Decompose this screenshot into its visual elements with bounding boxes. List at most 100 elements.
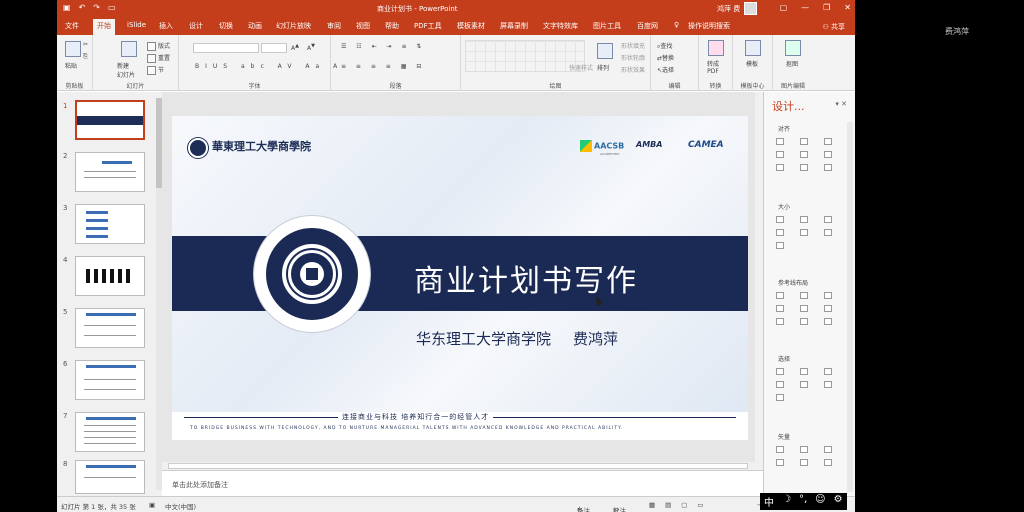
select-same-line-icon[interactable] (800, 368, 808, 375)
slide-thumbnail-4[interactable] (75, 256, 145, 296)
fit-slide-icon[interactable] (824, 229, 832, 236)
shape-effects-button[interactable]: 形状效果 (621, 65, 645, 74)
redo-icon[interactable]: ↷ (93, 3, 100, 12)
tab-transitions[interactable]: 切换 (219, 21, 233, 31)
arrange-icon[interactable] (597, 43, 613, 59)
section-button[interactable]: 节 (147, 65, 164, 75)
ribbon-display-icon[interactable]: ▢ (780, 3, 788, 12)
guide-right-icon[interactable] (824, 292, 832, 299)
select-invert-icon[interactable] (824, 381, 832, 388)
to-pdf-button[interactable]: 转成 PDF (707, 59, 719, 75)
pane-close-icon[interactable]: ▾ ✕ (835, 100, 847, 108)
select-similar-icon[interactable] (776, 394, 784, 401)
ime-mode[interactable]: 中 (764, 494, 774, 509)
slide-thumbnail-2[interactable] (75, 152, 145, 192)
cut-icon[interactable]: ✂ (83, 41, 88, 48)
tab-picture-tools[interactable]: 图片工具 (593, 21, 621, 31)
select-same-font-icon[interactable] (800, 381, 808, 388)
vector-intersect-icon[interactable] (776, 459, 784, 466)
swap-size-icon[interactable] (776, 242, 784, 249)
view-buttons[interactable]: ▦▤▢▭ (649, 501, 714, 509)
select-same-type-icon[interactable] (776, 381, 784, 388)
design-pane-scrollbar[interactable] (847, 122, 853, 492)
vector-fragment-icon[interactable] (824, 446, 832, 453)
cutout-button[interactable]: 抠图 (786, 59, 798, 68)
avatar[interactable] (744, 2, 757, 15)
tab-file[interactable]: 文件 (65, 21, 79, 31)
shape-outline-button[interactable]: 形状轮廓 (621, 53, 645, 62)
user-name[interactable]: 鸿萍 费 (717, 4, 740, 14)
layout-button[interactable]: 版式 (147, 41, 170, 51)
pdf-icon[interactable] (708, 40, 724, 56)
tell-me-search[interactable]: 操作说明搜索 (688, 21, 730, 31)
find-button[interactable]: ⌕查找 (657, 41, 672, 51)
undo-icon[interactable]: ↶ (79, 3, 86, 12)
slide-title[interactable]: 商业计划书写作 (414, 256, 638, 300)
fit-height-icon[interactable] (800, 229, 808, 236)
font-size-field[interactable] (261, 43, 287, 53)
tab-text-effects[interactable]: 文字特效库 (543, 21, 578, 31)
arrange-button[interactable]: 排列 (597, 63, 609, 72)
copy-icon[interactable]: ⎘ (83, 53, 88, 61)
slide-thumbnail-5[interactable] (75, 308, 145, 348)
align-left-icon[interactable] (776, 138, 784, 145)
guide-all-icon[interactable] (824, 318, 832, 325)
reset-button[interactable]: 重置 (147, 53, 170, 63)
align-center-icon[interactable] (800, 138, 808, 145)
same-height-icon[interactable] (800, 216, 808, 223)
select-same-fill-icon[interactable] (776, 368, 784, 375)
share-button[interactable]: ⚇ 共享 (822, 22, 845, 32)
cutout-icon[interactable] (785, 40, 801, 56)
guide-v-icon[interactable] (800, 318, 808, 325)
shape-fill-button[interactable]: 形状填充 (621, 41, 645, 50)
distribute-h-icon[interactable] (776, 164, 784, 171)
ime-settings-icon[interactable]: ⚙ (834, 494, 843, 509)
notes-pane[interactable]: 单击此处添加备注 (162, 470, 763, 496)
save-icon[interactable]: ▣ (63, 3, 71, 12)
same-size-icon[interactable] (824, 216, 832, 223)
align-buttons[interactable]: ≡ ≡ ≡ ≡ ▦ ⊟ (341, 63, 425, 70)
new-slide-button[interactable]: 新建 幻灯片 (117, 61, 145, 79)
align-middle-icon[interactable] (800, 151, 808, 158)
list-buttons[interactable]: ☰ ☷ ⇤ ⇥ ≡ ⇅ (341, 43, 425, 50)
template-button[interactable]: 模板 (746, 59, 758, 68)
slide-thumbnail-3[interactable] (75, 204, 145, 244)
font-format-row[interactable]: BIUS abc AV Aa A (195, 63, 343, 70)
align-slide-icon[interactable] (824, 164, 832, 171)
slide-thumbnail-6[interactable] (75, 360, 145, 400)
close-icon[interactable]: ✕ (844, 3, 851, 12)
vector-extra-icon[interactable] (824, 459, 832, 466)
slide-thumbnail-1[interactable] (75, 100, 145, 140)
ime-punct-icon[interactable]: °, (799, 494, 807, 509)
align-top-icon[interactable] (776, 151, 784, 158)
scrollbar-thumb[interactable] (168, 463, 748, 469)
guide-left-icon[interactable] (776, 292, 784, 299)
fit-width-icon[interactable] (776, 229, 784, 236)
align-bottom-icon[interactable] (824, 151, 832, 158)
select-same-size-icon[interactable] (824, 368, 832, 375)
shapes-gallery[interactable] (465, 40, 585, 72)
guide-center-icon[interactable] (800, 292, 808, 299)
editor-vertical-scrollbar[interactable] (755, 92, 763, 462)
minimize-icon[interactable]: — (801, 3, 809, 12)
tab-screen-record[interactable]: 屏幕录制 (500, 21, 528, 31)
present-icon[interactable]: ▭ (108, 3, 116, 12)
tab-slideshow[interactable]: 幻灯片放映 (276, 21, 311, 31)
tab-animations[interactable]: 动画 (248, 21, 262, 31)
tab-islide[interactable]: iSlide (127, 21, 146, 29)
tab-home[interactable]: 开始 (93, 19, 115, 35)
tab-design[interactable]: 设计 (189, 21, 203, 31)
vector-subtract-icon[interactable] (800, 459, 808, 466)
paste-button[interactable]: 粘贴 (65, 61, 77, 70)
quick-styles-button[interactable]: 快速样式 (569, 63, 593, 72)
slide-thumbnail-8[interactable] (75, 460, 145, 494)
vector-union-icon[interactable] (776, 446, 784, 453)
font-name-field[interactable] (193, 43, 259, 53)
shrink-font-icon[interactable]: A▼ (307, 43, 315, 52)
align-right-icon[interactable] (824, 138, 832, 145)
slide-subtitle[interactable]: 华东理工大学商学院 费鸿萍 (416, 328, 618, 349)
spellcheck-icon[interactable]: ▣ (149, 501, 155, 509)
guide-h-icon[interactable] (776, 318, 784, 325)
same-width-icon[interactable] (776, 216, 784, 223)
tab-help[interactable]: 帮助 (385, 21, 399, 31)
